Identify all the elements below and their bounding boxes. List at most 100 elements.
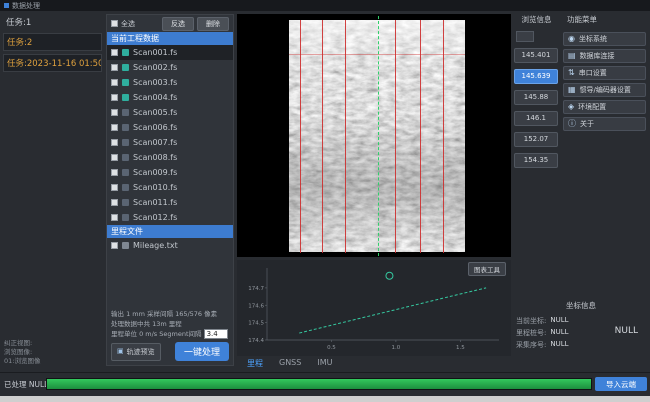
scan-file-icon xyxy=(122,214,129,221)
scan-file-row[interactable]: Scan003.fs xyxy=(107,75,233,90)
scan-file-icon xyxy=(122,79,129,86)
red-marker-line xyxy=(443,20,444,253)
invert-selection-button[interactable]: 反选 xyxy=(162,17,194,31)
select-all-checkbox[interactable] xyxy=(111,20,118,27)
scan-file-checkbox[interactable] xyxy=(111,199,118,206)
scan-file-checkbox[interactable] xyxy=(111,139,118,146)
scan-file-checkbox[interactable] xyxy=(111,124,118,131)
svg-text:1.5: 1.5 xyxy=(456,345,465,351)
scan-file-checkbox[interactable] xyxy=(111,154,118,161)
progress-fill xyxy=(47,379,591,389)
scan-file-row[interactable]: Scan002.fs xyxy=(107,60,233,75)
app-icon xyxy=(4,3,9,8)
mileage-files-header: 里程文件 xyxy=(107,225,233,238)
viewer-tab[interactable]: GNSS xyxy=(279,358,301,369)
segment-interval-input[interactable] xyxy=(204,329,228,339)
scan-file-row[interactable]: Scan005.fs xyxy=(107,105,233,120)
upload-button[interactable]: 导入云端 xyxy=(595,377,647,391)
viewer-tab[interactable]: 里程 xyxy=(247,358,263,369)
viewer-panel: 174.4174.5174.6174.70.51.01.5 图表工具 里程GNS… xyxy=(237,14,511,366)
tool-button[interactable]: ◈环境配置 xyxy=(563,100,646,114)
coordinate-panel: 坐标信息 当前坐标:NULL里程桩号:NULL采集序号:NULL NULL xyxy=(514,300,648,362)
tools-panel: 功能菜单 ◉ 坐标系统 ▤数据库连接 ⇅ 串口设置 ▦惯导/编码器设置 ◈环境配置 ⓘ关于 xyxy=(561,14,648,134)
scan-file-checkbox[interactable] xyxy=(111,214,118,221)
coord-value: NULL xyxy=(550,316,568,326)
scan-file-name: Scan008.fs xyxy=(133,153,177,162)
globe-icon: ◉ xyxy=(568,35,575,43)
tool-button[interactable]: ▦惯导/编码器设置 xyxy=(563,83,646,97)
task-footer-line: 浏览图像: xyxy=(4,348,40,357)
center-guide-line xyxy=(378,16,379,256)
mileage-file-checkbox[interactable] xyxy=(111,242,118,249)
mileage-value-button[interactable]: 145.401 xyxy=(514,48,558,63)
scan-file-row[interactable]: Scan011.fs xyxy=(107,195,233,210)
scan-file-icon xyxy=(122,154,129,161)
mileage-panel-header: 浏览信息 xyxy=(514,14,559,25)
delete-button[interactable]: 删除 xyxy=(197,17,229,31)
coord-row: 采集序号:NULL xyxy=(514,339,648,351)
scan-file-name: Scan005.fs xyxy=(133,108,177,117)
task-footer-line: 纠正视图: xyxy=(4,339,40,348)
mileage-file-name: Mileage.txt xyxy=(133,241,178,250)
process-button[interactable]: 一键处理 xyxy=(175,342,229,361)
preview-icon: ▣ xyxy=(117,348,124,355)
radar-image-area[interactable] xyxy=(237,14,511,257)
mileage-value-button[interactable]: 146.1 xyxy=(514,111,558,126)
scan-file-row[interactable]: Scan009.fs xyxy=(107,165,233,180)
scan-list: Scan001.fsScan002.fs Scan003.fs Scan004.fs… xyxy=(107,45,233,225)
scan-file-row[interactable]: Scan007.fs xyxy=(107,135,233,150)
tools-panel-header: 功能菜单 xyxy=(561,14,648,29)
serial-icon: ⇅ xyxy=(568,69,575,77)
scan-file-row[interactable]: Scan008.fs xyxy=(107,150,233,165)
preview-toggle-button[interactable]: ▣ 轨迹预览 xyxy=(111,343,161,361)
scan-file-row[interactable]: Scan012.fs xyxy=(107,210,233,225)
tool-button[interactable]: ▤数据库连接 xyxy=(563,49,646,63)
scan-file-checkbox[interactable] xyxy=(111,184,118,191)
scan-file-checkbox[interactable] xyxy=(111,169,118,176)
scan-file-row[interactable]: Scan010.fs xyxy=(107,180,233,195)
tool-button-label: 坐标系统 xyxy=(579,34,607,44)
mileage-blank-button[interactable] xyxy=(516,31,534,42)
mileage-file-row[interactable]: Mileage.txt xyxy=(107,238,233,253)
mileage-value-button[interactable]: 145.88 xyxy=(514,90,558,105)
viewer-tab[interactable]: IMU xyxy=(317,358,332,369)
scan-file-icon xyxy=(122,169,129,176)
mileage-list: 145.401 145.639 145.88 146.1 152.07 154.35 xyxy=(514,48,559,168)
scan-file-checkbox[interactable] xyxy=(111,94,118,101)
mileage-value-button[interactable]: 152.07 xyxy=(514,132,558,147)
scan-file-row[interactable]: Scan004.fs xyxy=(107,90,233,105)
red-marker-line xyxy=(420,20,421,253)
scan-file-checkbox[interactable] xyxy=(111,49,118,56)
red-marker-line xyxy=(300,20,301,253)
scan-file-checkbox[interactable] xyxy=(111,64,118,71)
settings-line-mileage: 处理数据中共 13m 里程 xyxy=(111,319,229,329)
tool-button[interactable]: ⓘ关于 xyxy=(563,117,646,131)
segment-label: 里程单位 0 m/s Segment间隔 xyxy=(111,330,202,338)
coord-value: NULL xyxy=(550,340,568,350)
tool-button-label: 串口设置 xyxy=(579,68,607,78)
chart-tools-button[interactable]: 图表工具 xyxy=(468,262,506,276)
scan-file-checkbox[interactable] xyxy=(111,79,118,86)
svg-text:174.7: 174.7 xyxy=(248,286,264,292)
scan-file-name: Scan009.fs xyxy=(133,168,177,177)
task-item[interactable]: 任务:2 xyxy=(3,33,102,51)
scan-file-name: Scan010.fs xyxy=(133,183,177,192)
scan-file-name: Scan003.fs xyxy=(133,78,177,87)
task-item[interactable]: 任务:2023-11-16 01:50 xyxy=(3,54,102,72)
window-title: 数据处理 xyxy=(12,1,40,11)
task-panel: 任务:1任务:2任务:2023-11-16 01:50 纠正视图:浏览图像:01… xyxy=(0,11,105,372)
tool-button[interactable]: ⇅ 串口设置 xyxy=(563,66,646,80)
tool-button-label: 环境配置 xyxy=(578,102,606,112)
scan-file-row[interactable]: Scan006.fs xyxy=(107,120,233,135)
task-list: 任务:1 任务:2 任务:2023-11-16 01:50 xyxy=(0,14,105,72)
mileage-file-icon xyxy=(122,242,129,249)
scan-file-icon xyxy=(122,64,129,71)
scan-file-checkbox[interactable] xyxy=(111,109,118,116)
scan-file-icon xyxy=(122,139,129,146)
mileage-value-button[interactable]: 145.639 xyxy=(514,69,558,84)
task-item[interactable]: 任务:1 xyxy=(3,14,102,30)
scan-file-icon xyxy=(122,49,129,56)
mileage-value-button[interactable]: 154.35 xyxy=(514,153,558,168)
tool-button[interactable]: ◉ 坐标系统 xyxy=(563,32,646,46)
scan-file-row[interactable]: Scan001.fs xyxy=(107,45,233,60)
